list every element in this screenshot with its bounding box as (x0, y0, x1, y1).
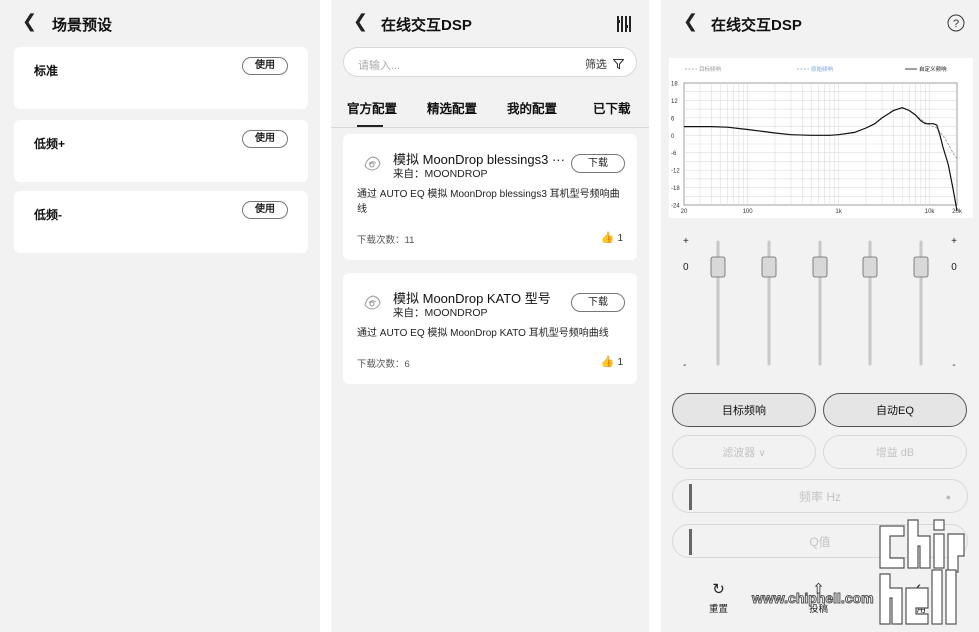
eq-band-sliders[interactable]: +0 - +0 - (661, 230, 979, 375)
dot-indicator: ● (945, 492, 951, 502)
y-tick-label: 0 (671, 134, 675, 140)
x-tick-label: 1k (835, 209, 842, 215)
auto-eq-button[interactable]: 自动EQ (823, 393, 967, 427)
download-button[interactable]: 下载 (571, 293, 625, 312)
y-tick-label: 6 (671, 116, 675, 122)
tab-featured[interactable]: 精选配置 (427, 98, 477, 117)
frequency-slider-handle[interactable] (689, 484, 692, 510)
tab-downloaded[interactable]: 已下载 (593, 98, 631, 117)
equalizer-icon[interactable] (617, 16, 631, 32)
legend-entry: 自定义频响 (919, 65, 947, 73)
search-placeholder: 请输入... (358, 60, 401, 72)
reset-button[interactable]: ↻ 重置 (709, 580, 728, 615)
use-button[interactable]: 使用 (242, 57, 288, 75)
slider-thumb[interactable] (812, 256, 828, 278)
x-tick-label: 20 (681, 209, 688, 215)
tab-mine[interactable]: 我的配置 (507, 98, 557, 117)
config-source: 来自：MOONDROP (393, 307, 488, 319)
thumbs-up-icon: 👍 (600, 232, 615, 244)
funnel-icon (612, 59, 625, 70)
svg-text:?: ? (953, 18, 959, 30)
target-response-button[interactable]: 目标频响 (672, 393, 816, 427)
slider-zero-label-left: 0 (683, 262, 689, 273)
x-tick-label: 100 (743, 209, 754, 215)
preset-card: 标准 使用 (14, 47, 308, 109)
x-tick-label: 20k (952, 209, 963, 215)
slider-minus-label: - (683, 360, 686, 371)
frequency-field[interactable]: 频率 Hz ● (672, 479, 968, 513)
online-dsp-header: ❮ 在线交互DSP (331, 8, 649, 38)
filter-type-select[interactable]: 滤波器 ∨ (672, 435, 816, 469)
question-circle-icon[interactable]: ? (947, 14, 965, 32)
q-label: Q值 (809, 535, 831, 549)
page-title: 场景预设 (52, 17, 113, 34)
preset-name: 低频+ (34, 137, 66, 151)
scene-preset-header: ❮ 场景预设 (0, 8, 320, 38)
download-count: 下载次数：6 (357, 359, 410, 370)
filter-button[interactable]: 筛选 (584, 56, 625, 72)
use-button[interactable]: 使用 (242, 130, 288, 148)
chevron-down-icon: ∨ (758, 448, 766, 459)
frequency-response-chart: 18 12 6 0 -6 -12 -18 -24 20 100 1k 10k 20k 目标频响 原始频响 自定… (669, 58, 973, 218)
config-card[interactable]: 模拟 MoonDrop KATO 型号 来自：MOONDROP 下载 通过 AU… (343, 273, 637, 384)
preset-card: 低频+ 使用 (14, 120, 308, 182)
like-button[interactable]: 👍 1 (601, 355, 623, 368)
page-title: 在线交互DSP (711, 17, 802, 34)
y-tick-label: -12 (671, 169, 680, 175)
config-source: 来自：MOONDROP (393, 168, 488, 180)
x-tick-label: 10k (925, 209, 936, 215)
watermark-url: www.chiphell.com (752, 590, 875, 607)
slider-thumb[interactable] (710, 256, 726, 278)
q-slider-handle[interactable] (689, 529, 692, 555)
like-button[interactable]: 👍 1 (601, 231, 623, 244)
use-button[interactable]: 使用 (242, 201, 288, 219)
online-dsp-list-panel: ❮ 在线交互DSP 请输入... 筛选 官方配置 精选配置 我的配置 已下载 模… (331, 0, 649, 632)
config-description: 通过 AUTO EQ 模拟 MoonDrop blessings3 耳机型号频响… (357, 189, 620, 215)
scene-preset-panel: ❮ 场景预设 标准 使用 低频+ 使用 低频- 使用 (0, 0, 320, 632)
chevron-left-icon[interactable]: ❮ (353, 11, 368, 32)
y-tick-label: -6 (671, 151, 677, 157)
active-tab-indicator (357, 125, 383, 127)
slider-minus-label-right: - (952, 360, 955, 371)
frequency-label: 频率 Hz (798, 490, 841, 504)
like-count: 1 (617, 233, 623, 244)
config-description: 通过 AUTO EQ 模拟 MoonDrop KATO 耳机型号频响曲线 (357, 328, 609, 339)
chevron-left-icon[interactable]: ❮ (22, 11, 37, 32)
chiphell-watermark-logo (879, 519, 965, 625)
moondrop-logo-icon (364, 295, 381, 310)
y-tick-label: 12 (671, 99, 678, 105)
reset-label: 重置 (709, 604, 729, 615)
like-count: 1 (617, 357, 623, 368)
slider-thumb[interactable] (761, 256, 777, 278)
config-tabs: 官方配置 精选配置 我的配置 已下载 (331, 96, 649, 128)
y-tick-label: 18 (671, 82, 678, 88)
preset-name: 标准 (34, 64, 59, 78)
legend-entry: 目标频响 (699, 65, 722, 73)
config-card[interactable]: 模拟 MoonDrop blessings3 ··· 来自：MOONDROP 下… (343, 134, 637, 260)
filter-label: 筛选 (584, 59, 607, 71)
slider-plus-label: + (683, 236, 689, 247)
download-button[interactable]: 下载 (571, 154, 625, 173)
y-tick-label: -24 (671, 204, 680, 210)
slider-thumb[interactable] (862, 256, 878, 278)
download-count: 下载次数：11 (357, 235, 415, 246)
gain-field[interactable]: 增益 dB (823, 435, 967, 469)
reset-icon: ↻ (712, 581, 725, 598)
legend-entry: 原始频响 (811, 65, 834, 73)
preset-card: 低频- 使用 (14, 191, 308, 253)
chevron-left-icon[interactable]: ❮ (683, 11, 698, 32)
tab-official[interactable]: 官方配置 (347, 98, 397, 117)
page-title: 在线交互DSP (381, 17, 472, 34)
slider-zero-label-right: 0 (951, 262, 957, 273)
filter-select-label: 滤波器 (722, 447, 756, 459)
frequency-response-svg: 18 12 6 0 -6 -12 -18 -2420 100 1k 10k 20k 目标频响 原始频响 自定… (671, 65, 963, 215)
preset-name: 低频- (34, 208, 62, 222)
search-input[interactable]: 请输入... 筛选 (343, 47, 637, 77)
slider-plus-label-right: + (951, 236, 957, 247)
thumbs-up-icon: 👍 (600, 356, 615, 368)
slider-thumb[interactable] (913, 256, 929, 278)
moondrop-logo-icon (364, 156, 381, 171)
y-tick-label: -18 (671, 186, 680, 192)
eq-editor-header: ❮ 在线交互DSP ? (661, 8, 979, 38)
